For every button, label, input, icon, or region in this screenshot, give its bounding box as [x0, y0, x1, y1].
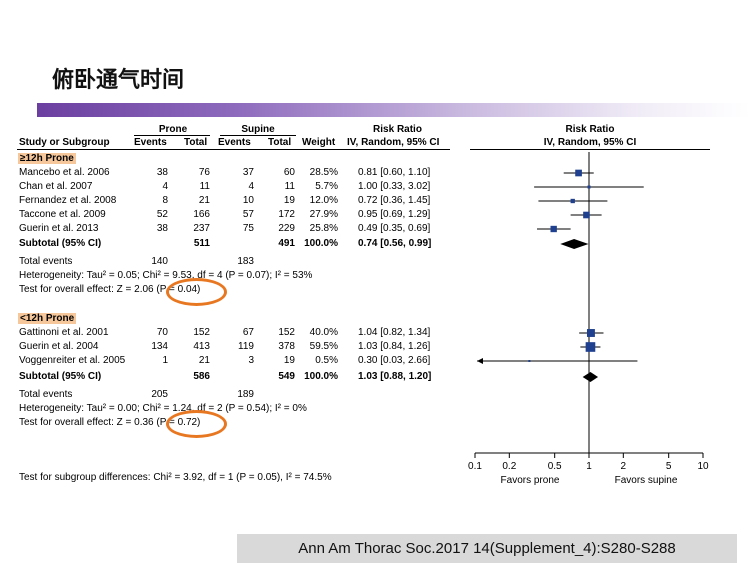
effect-marker [570, 198, 575, 204]
effect-marker [585, 342, 596, 352]
effect-marker [586, 329, 595, 337]
x-axis-tick-label: 10 [697, 461, 709, 472]
x-axis-tick-label: 5 [666, 461, 672, 472]
x-axis-tick-label: 0.2 [502, 461, 516, 472]
effect-marker [528, 360, 531, 362]
x-axis-label-right: Favors supine [615, 475, 678, 486]
x-axis-tick-label: 0.1 [468, 461, 482, 472]
forest-plot: 0.1 0.2 0.5 1 2 5 10 Favors prone Favors supine [468, 152, 709, 486]
effect-marker [575, 169, 582, 177]
effect-marker [583, 211, 590, 219]
citation-box: Ann Am Thorac Soc.2017 14(Supplement_4):… [237, 534, 737, 563]
effect-marker [587, 185, 591, 189]
x-axis-tick-label: 1 [586, 461, 592, 472]
ci-arrow [477, 358, 483, 364]
x-axis-tick-label: 0.5 [548, 461, 562, 472]
effect-marker [550, 225, 557, 233]
x-axis-label-left: Favors prone [501, 475, 560, 486]
subtotal-diamond [560, 239, 589, 249]
subtotal-diamond [582, 372, 599, 382]
x-axis-tick-label: 2 [621, 461, 627, 472]
